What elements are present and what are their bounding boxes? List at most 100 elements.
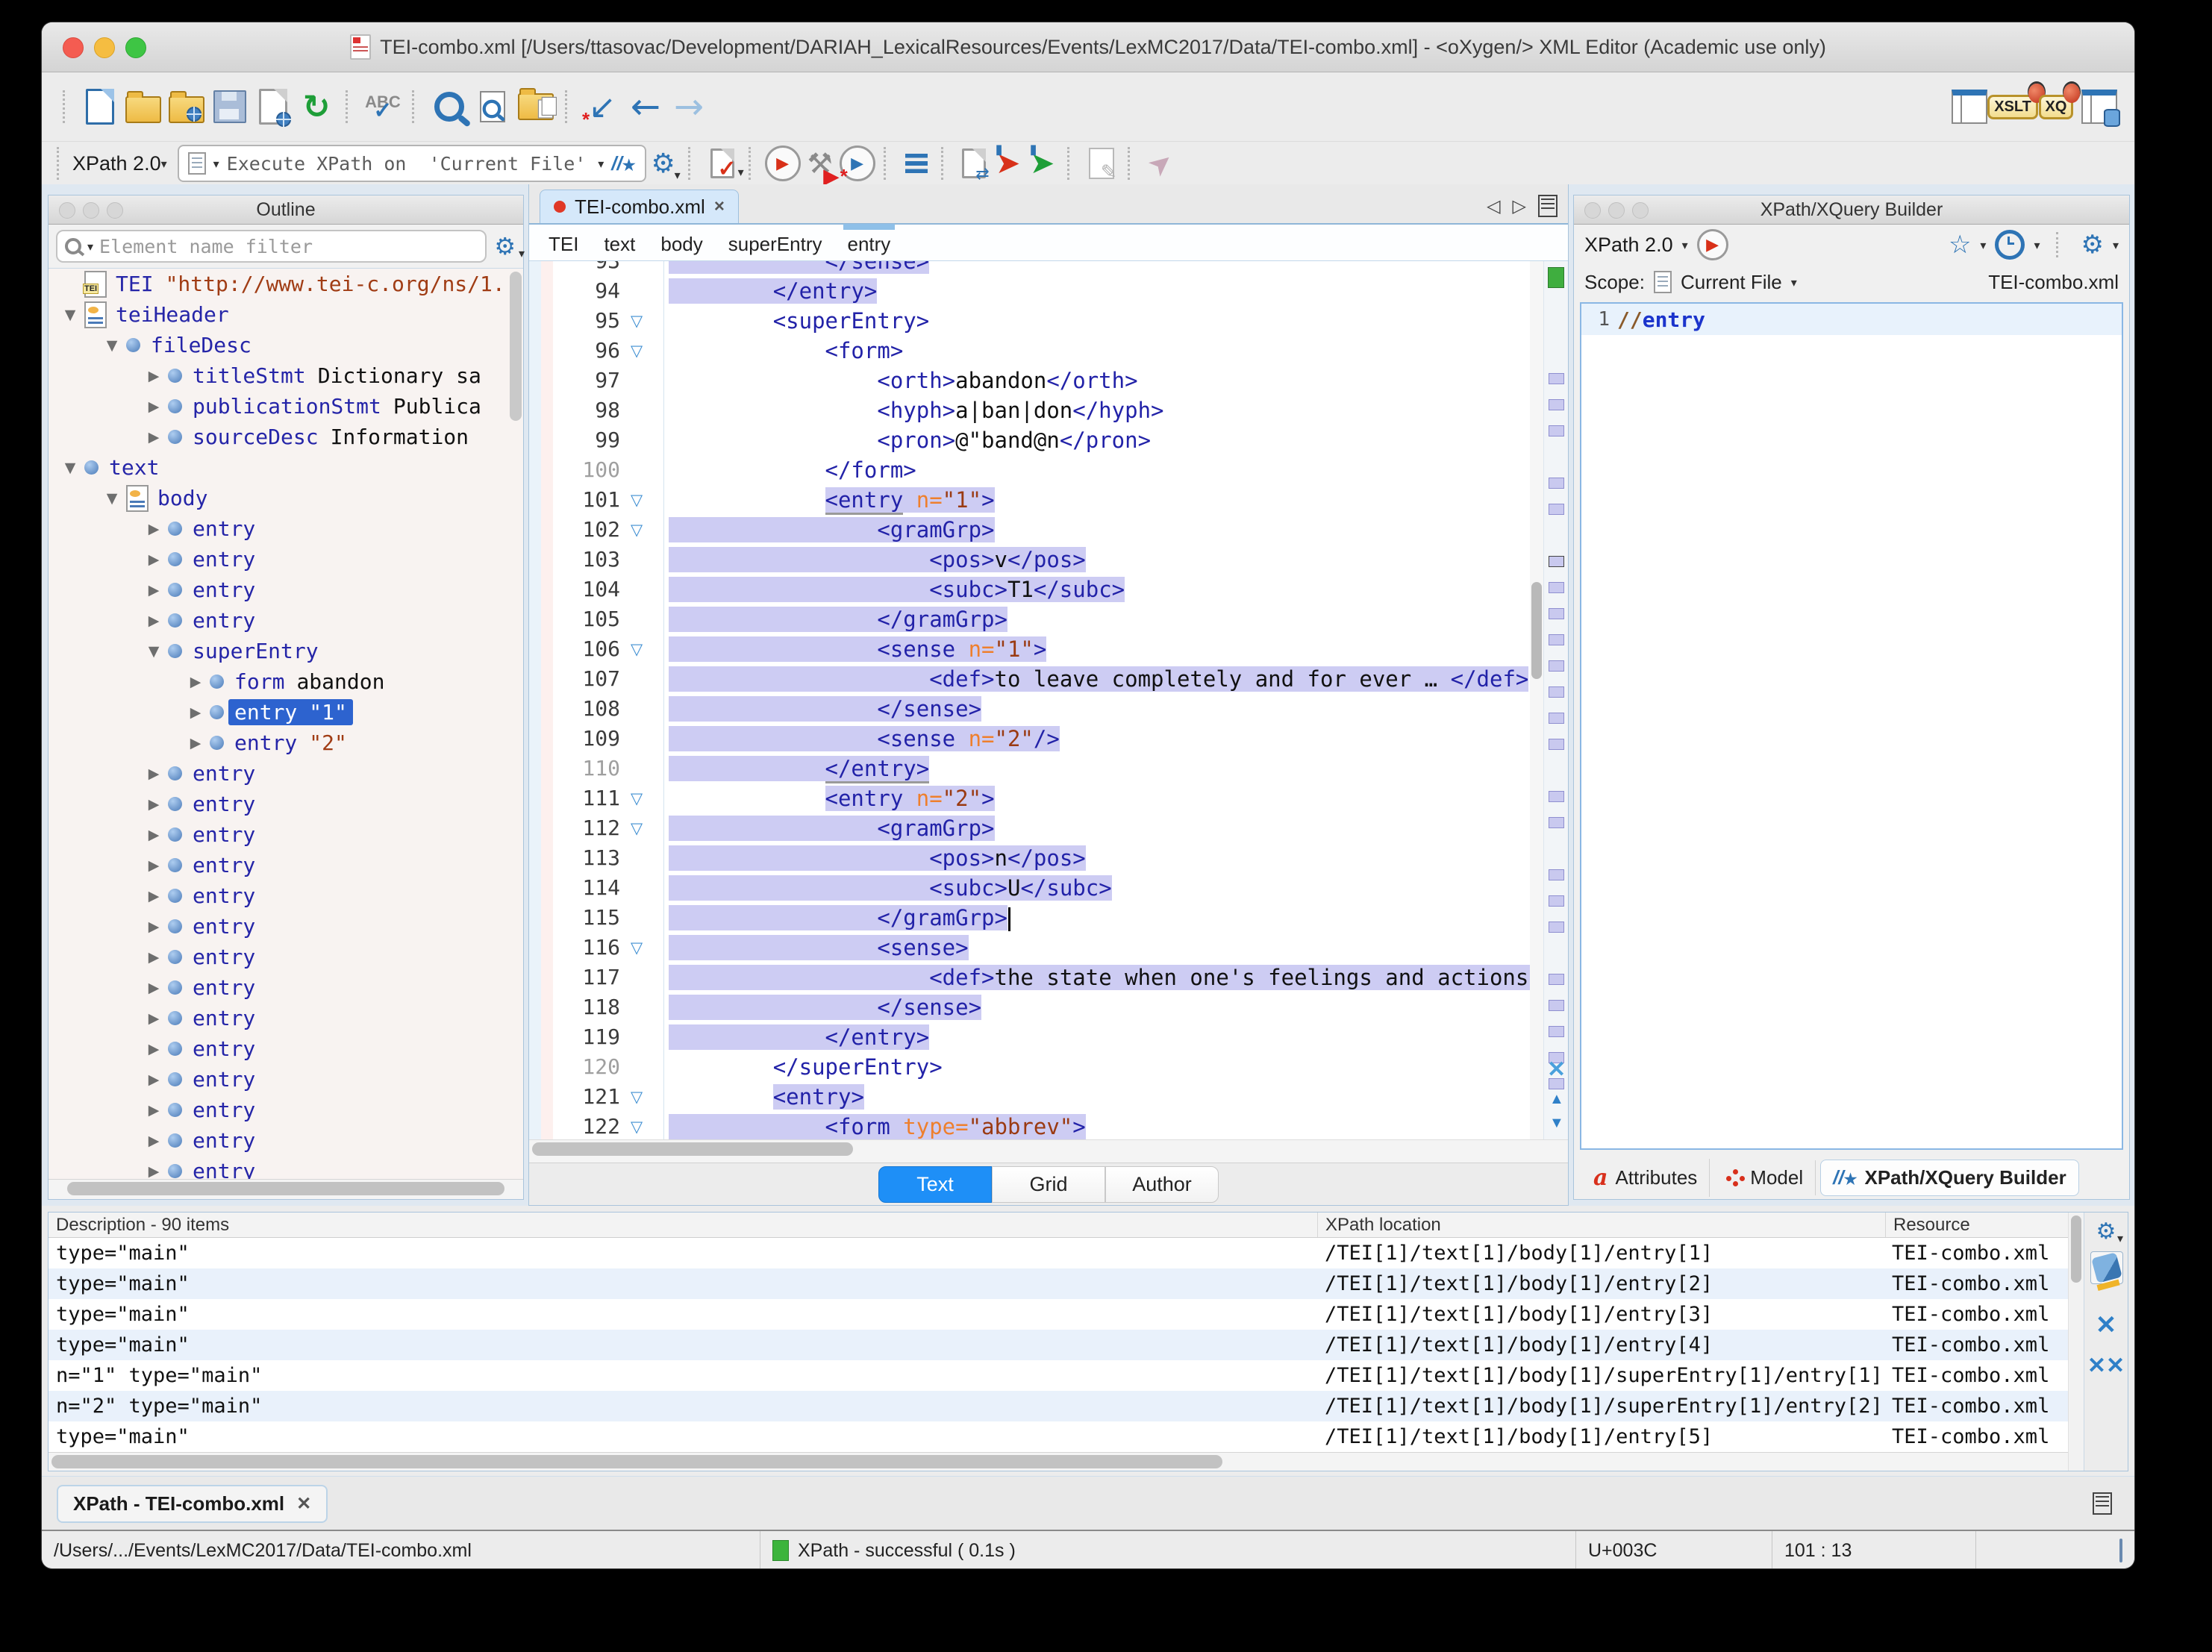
find-replace-button[interactable]	[428, 84, 471, 130]
find-in-files-button[interactable]	[471, 84, 514, 130]
code-line-116[interactable]: 116▽ <sense>	[553, 933, 1530, 963]
code-line-119[interactable]: 119 </entry>	[553, 1022, 1530, 1052]
outline-item-entry[interactable]: ▶entry	[49, 544, 523, 575]
breadcrumb-item-TEI[interactable]: TEI	[549, 230, 578, 256]
track-changes-button[interactable]: ➤	[1143, 140, 1178, 187]
code-line-121[interactable]: 121▽ <entry>	[553, 1082, 1530, 1112]
code-line-107[interactable]: 107 <def>to leave completely and for eve…	[553, 664, 1530, 694]
notifications-icon[interactable]	[2119, 1540, 2122, 1562]
code-line-122[interactable]: 122▽ <form type="abbrev">	[553, 1112, 1530, 1139]
outline-item-form[interactable]: ▶formabandon	[49, 666, 523, 697]
xpath-result-marker[interactable]	[1549, 373, 1564, 384]
code-line-112[interactable]: 112▽ <gramGrp>	[553, 813, 1530, 843]
outline-item-entry[interactable]: ▶entry	[49, 575, 523, 605]
xpath-builder-header[interactable]: XPath/XQuery Builder	[1574, 195, 2129, 225]
xpath-result-marker[interactable]	[1549, 634, 1564, 645]
expander-icon[interactable]: ▶	[140, 1071, 168, 1088]
tab-attributes[interactable]: aAttributes	[1581, 1159, 1710, 1197]
breadcrumb-item-body[interactable]: body	[660, 230, 702, 256]
validation-status-icon[interactable]	[1548, 267, 1564, 288]
code-line-106[interactable]: 106▽ <sense n="1">	[553, 634, 1530, 664]
view-button-text[interactable]: Text	[878, 1166, 992, 1203]
code-line-104[interactable]: 104 <subc>T1</subc>	[553, 575, 1530, 604]
expander-icon[interactable]: ▶	[181, 735, 210, 751]
fold-toggle-icon[interactable]: ▽	[625, 1112, 663, 1139]
import-references-button[interactable]: ➤▮	[991, 140, 1025, 187]
xpath-result-marker[interactable]	[1549, 739, 1564, 750]
spell-check-button[interactable]: ABC✓	[361, 84, 404, 130]
back-button[interactable]: ←	[624, 84, 667, 130]
outline-tree[interactable]: TEI"http://www.tei-c.org/ns/1.▼teiHeader…	[49, 269, 523, 1179]
expander-icon[interactable]: ▶	[181, 674, 210, 690]
code-line-98[interactable]: 98 <hyph>a|ban|don</hyph>	[553, 395, 1530, 425]
forward-button[interactable]: →	[667, 84, 710, 130]
xpath-result-marker[interactable]	[1549, 478, 1564, 489]
reload-button[interactable]: ↻	[295, 84, 338, 130]
open-url-button[interactable]	[165, 84, 208, 130]
next-editor-icon[interactable]: ▷	[1513, 195, 1526, 216]
result-row[interactable]: type="main"/TEI[1]/text[1]/body[1]/entry…	[49, 1238, 2068, 1268]
results-settings-button[interactable]: ⚙▾	[2090, 1215, 2122, 1247]
code-line-103[interactable]: 103 <pos>v</pos>	[553, 545, 1530, 575]
outline-vertical-scrollbar[interactable]	[510, 272, 522, 421]
outline-item-entry[interactable]: ▶entry	[49, 911, 523, 942]
result-row[interactable]: n="2" type="main"/TEI[1]/text[1]/body[1]…	[49, 1391, 2068, 1421]
expander-icon[interactable]: ▶	[140, 980, 168, 996]
expander-icon[interactable]: ▶	[140, 1133, 168, 1149]
save-to-url-button[interactable]	[251, 84, 295, 130]
xpath-version-dropdown[interactable]: XPath 2.0	[72, 152, 161, 175]
expander-icon[interactable]: ▶	[140, 857, 168, 874]
outline-item-publicationStmt[interactable]: ▶publicationStmtPublica	[49, 391, 523, 422]
save-button[interactable]	[208, 84, 251, 130]
outline-item-titleStmt[interactable]: ▶titleStmtDictionary sa	[49, 360, 523, 391]
xpath-settings-button[interactable]: ⚙▾	[646, 140, 681, 187]
editor-tab-tei-combo[interactable]: TEI-combo.xml ×	[540, 190, 739, 223]
fold-toggle-icon[interactable]: ▽	[625, 1082, 663, 1112]
view-button-author[interactable]: Author	[1105, 1166, 1219, 1203]
code-line-94[interactable]: 94 </entry>	[553, 276, 1530, 306]
next-marker-icon[interactable]: ▼	[1549, 1115, 1564, 1132]
outline-item-entry[interactable]: ▶entry	[49, 789, 523, 819]
fold-toggle-icon[interactable]: ▽	[625, 306, 663, 336]
result-row[interactable]: n="1" type="main"/TEI[1]/text[1]/body[1]…	[49, 1360, 2068, 1391]
code-line-118[interactable]: 118 </sense>	[553, 992, 1530, 1022]
expander-icon[interactable]: ▶	[140, 1102, 168, 1118]
expander-icon[interactable]: ▶	[140, 368, 168, 384]
code-line-95[interactable]: 95▽ <superEntry>	[553, 306, 1530, 336]
clear-markers-icon[interactable]: ✕	[1547, 1057, 1566, 1083]
fold-toggle-icon[interactable]: ▽	[625, 813, 663, 843]
layout-perspective-button[interactable]	[1948, 84, 1991, 130]
code-line-105[interactable]: 105 </gramGrp>	[553, 604, 1530, 634]
result-row[interactable]: type="main"/TEI[1]/text[1]/body[1]/entry…	[49, 1268, 2068, 1299]
expander-icon[interactable]: ▼	[56, 460, 84, 476]
review-edit-button[interactable]: ✎	[1083, 140, 1120, 187]
expander-icon[interactable]: ▶	[140, 551, 168, 568]
xpath-result-marker[interactable]	[1549, 895, 1564, 907]
xpath-result-marker[interactable]	[1549, 1000, 1564, 1011]
editor-horizontal-scrollbar[interactable]	[529, 1139, 1568, 1163]
remove-all-results-button[interactable]: ✕✕	[2090, 1350, 2122, 1381]
xpath-result-marker[interactable]	[1549, 713, 1564, 724]
builder-version-dropdown[interactable]: XPath 2.0	[1584, 234, 1673, 257]
expander-icon[interactable]: ▶	[140, 766, 168, 782]
expander-icon[interactable]: ▼	[98, 337, 126, 354]
close-tab-icon[interactable]: ✕	[296, 1493, 311, 1515]
fold-toggle-icon[interactable]: ▽	[625, 515, 663, 545]
expander-icon[interactable]: ▶	[140, 521, 168, 537]
outline-item-entry[interactable]: ▶entry	[49, 1033, 523, 1064]
xpath-result-marker[interactable]	[1549, 922, 1564, 933]
remove-result-button[interactable]: ✕	[2090, 1310, 2122, 1341]
code-line-109[interactable]: 109 <sense n="2"/>	[553, 724, 1530, 754]
fold-toggle-icon[interactable]: ▽	[625, 485, 663, 515]
highlight-results-button[interactable]	[2090, 1251, 2123, 1284]
expander-icon[interactable]: ▶	[140, 949, 168, 966]
expander-icon[interactable]: ▼	[98, 490, 126, 507]
outline-item-entry[interactable]: ▶entry	[49, 819, 523, 850]
results-vertical-scrollbar[interactable]	[2068, 1213, 2084, 1471]
expander-icon[interactable]: ▶	[140, 1163, 168, 1180]
xpath-results-tab[interactable]: XPath - TEI-combo.xml ✕	[57, 1485, 328, 1523]
xpath-expression-editor[interactable]: 1 //entry	[1580, 302, 2123, 1150]
close-tab-icon[interactable]: ×	[714, 196, 725, 217]
code-line-117[interactable]: 117 <def>the state when one's feelings a…	[553, 963, 1530, 992]
expander-icon[interactable]: ▶	[140, 429, 168, 445]
